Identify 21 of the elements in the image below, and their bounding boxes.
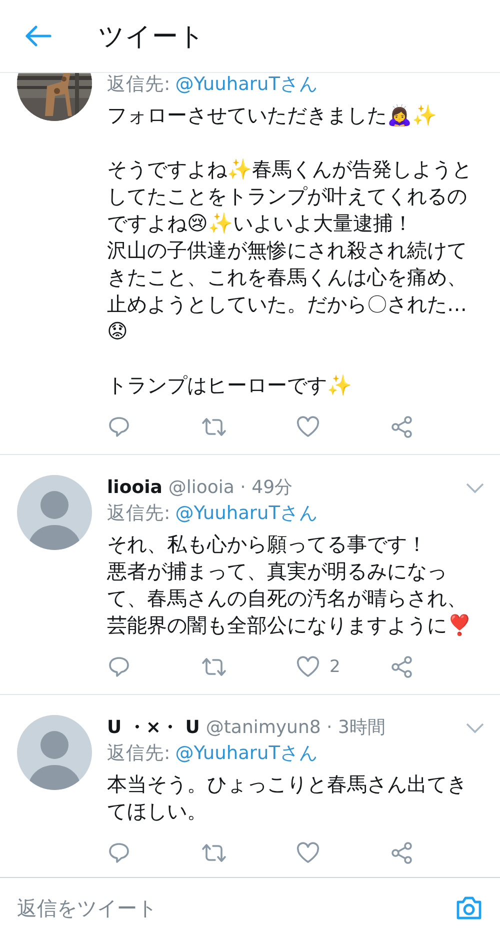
tweet-text: トランプはヒーローです✨ [107, 372, 353, 399]
page-title: ツイート [98, 20, 205, 54]
mention-link[interactable]: @YuuharuTさん [175, 741, 318, 767]
reply-field[interactable]: 返信をツイート [17, 891, 455, 925]
mention-link[interactable]: @YuuharuTさん [175, 501, 318, 527]
user-handle: @tanimyun8 · 3時間 [206, 716, 386, 740]
user-name[interactable]: U ・×・ U [107, 715, 200, 741]
user-name[interactable]: liooia [107, 475, 162, 501]
tweet-text: 本当そう。ひょっこりと春馬さん出てきてほしい。 [107, 771, 468, 825]
user-handle: @liooia · 49分 [168, 476, 294, 500]
mention-link[interactable]: @YuuharuTさん [175, 73, 318, 98]
tweet-text: 沢山の子供達が無惨にされ殺され続けてきたこと、これを春馬くんは心を痛め、止めようとしていた。だから〇された… [107, 237, 468, 318]
tweet-text: 😟 [107, 318, 129, 345]
tweet-text: フォローさせていただきました🙇‍♀✨ [107, 102, 438, 129]
like-count: 2 [330, 657, 340, 677]
tweet-text: そうですよね✨春馬くんが告発しようとしてたことをトランプが叶えてくれるのですよね😢✨いよいよ大量逮捕！ [107, 156, 473, 237]
tweet-text: それ、私も心から願ってる事です！ [107, 531, 428, 558]
reply-label: 返信先: [107, 73, 170, 97]
reply-label: 返信先: [107, 742, 170, 766]
tweet-text: 悪者が捕まって、真実が明るみになって、春馬さんの自死の汚名が晴らされ、芸能界の闇も全部公になりますように❣ [107, 558, 473, 639]
reply-label: 返信先: [107, 502, 170, 526]
